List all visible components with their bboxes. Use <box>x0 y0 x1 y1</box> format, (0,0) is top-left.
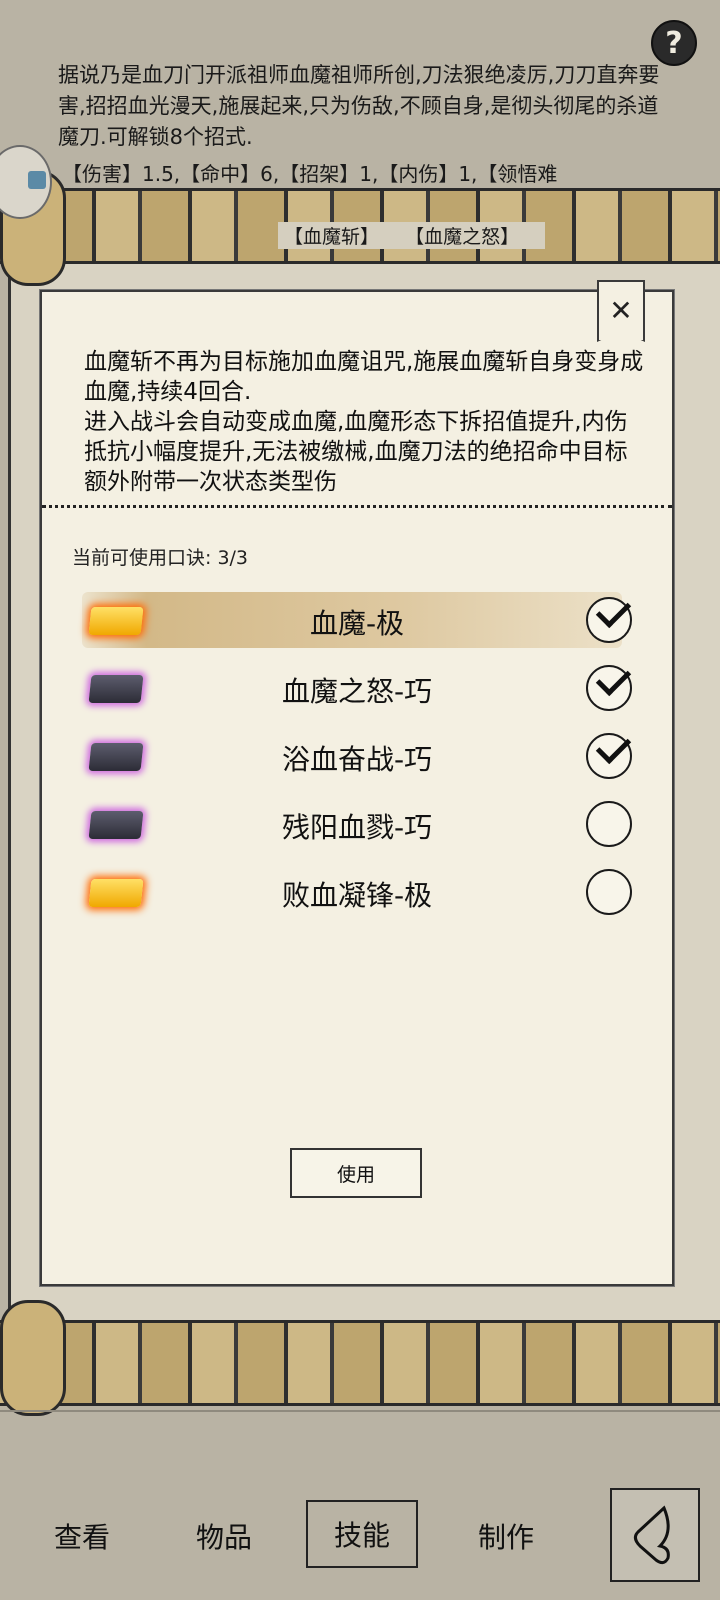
back-button[interactable] <box>610 1488 700 1582</box>
ground-line <box>0 1410 720 1412</box>
mantra-scroll-icon <box>88 607 144 635</box>
mantra-scroll-icon <box>88 675 144 703</box>
nav-items[interactable]: 物品 <box>196 1516 252 1556</box>
mantra-checkbox[interactable] <box>586 733 632 779</box>
mantra-scroll-icon <box>88 811 144 839</box>
skill-stats: 【伤害】1.5,【命中】6,【招架】1,【内伤】1,【领悟难 <box>62 162 558 186</box>
mantra-scroll-icon <box>88 879 144 907</box>
bg-tab-1[interactable]: 【血魔斩】 <box>284 226 379 248</box>
mantra-row-4[interactable]: 残阳血戮-巧 <box>42 792 672 856</box>
mantra-description-text: 血魔斩不再为目标施加血魔诅咒,施展血魔斩自身变身成血魔,持续4回合. 进入战斗会… <box>84 349 644 495</box>
mantra-name: 败血凝锋-极 <box>281 879 433 912</box>
mantra-row-2[interactable]: 血魔之怒-巧 <box>42 656 672 720</box>
nav-view[interactable]: 查看 <box>54 1516 110 1556</box>
nav-skills[interactable]: 技能 <box>306 1500 419 1568</box>
mantra-checkbox[interactable] <box>586 869 632 915</box>
scroll-bottom-cap <box>0 1300 66 1416</box>
mantra-scroll-icon <box>88 743 144 771</box>
mantra-name: 血魔之怒-巧 <box>281 675 433 708</box>
mantra-count: 当前可使用口诀: 3/3 <box>72 547 249 569</box>
close-icon: ✕ <box>609 294 633 327</box>
bg-tab-2[interactable]: 【血魔之怒】 <box>405 226 519 248</box>
mantra-checkbox[interactable] <box>586 665 632 711</box>
divider <box>42 505 672 508</box>
bottom-nav: 查看 物品 技能 制作 <box>0 1470 720 1600</box>
mantra-checkbox[interactable] <box>586 801 632 847</box>
mantra-name: 残阳血戮-巧 <box>281 811 433 844</box>
background-skill-tabs: 【血魔斩】 【血魔之怒】 <box>278 222 546 249</box>
nav-craft[interactable]: 制作 <box>478 1516 534 1556</box>
close-button[interactable]: ✕ <box>597 280 645 342</box>
skill-description: 据说乃是血刀门开派祖师血魔祖师所创,刀法狠绝凌厉,刀刀直奔要害,招招血光漫天,施… <box>58 63 660 149</box>
mantra-name: 血魔-极 <box>309 607 405 640</box>
mantra-row-5[interactable]: 败血凝锋-极 <box>42 860 672 924</box>
mantra-name: 浴血奋战-巧 <box>281 743 433 776</box>
mantra-checkbox[interactable] <box>586 597 632 643</box>
mantra-description: 血魔斩不再为目标施加血魔诅咒,施展血魔斩自身变身成血魔,持续4回合. 进入战斗会… <box>84 347 644 497</box>
mantra-row-1[interactable]: 血魔-极 <box>42 588 672 652</box>
scroll-bottom-roll <box>0 1320 720 1406</box>
back-arrow-icon <box>633 1505 670 1565</box>
screen: 【血魔斩】 【血魔之怒】 ? 据说乃是血刀门开派祖师血魔祖师所创,刀法狠绝凌厉,… <box>0 0 720 1600</box>
use-button[interactable]: 使用 <box>290 1148 422 1198</box>
mantra-row-3[interactable]: 浴血奋战-巧 <box>42 724 672 788</box>
mantra-modal: ✕ 血魔斩不再为目标施加血魔诅咒,施展血魔斩自身变身成血魔,持续4回合. 进入战… <box>40 280 674 1286</box>
side-tab-icon <box>28 171 46 189</box>
